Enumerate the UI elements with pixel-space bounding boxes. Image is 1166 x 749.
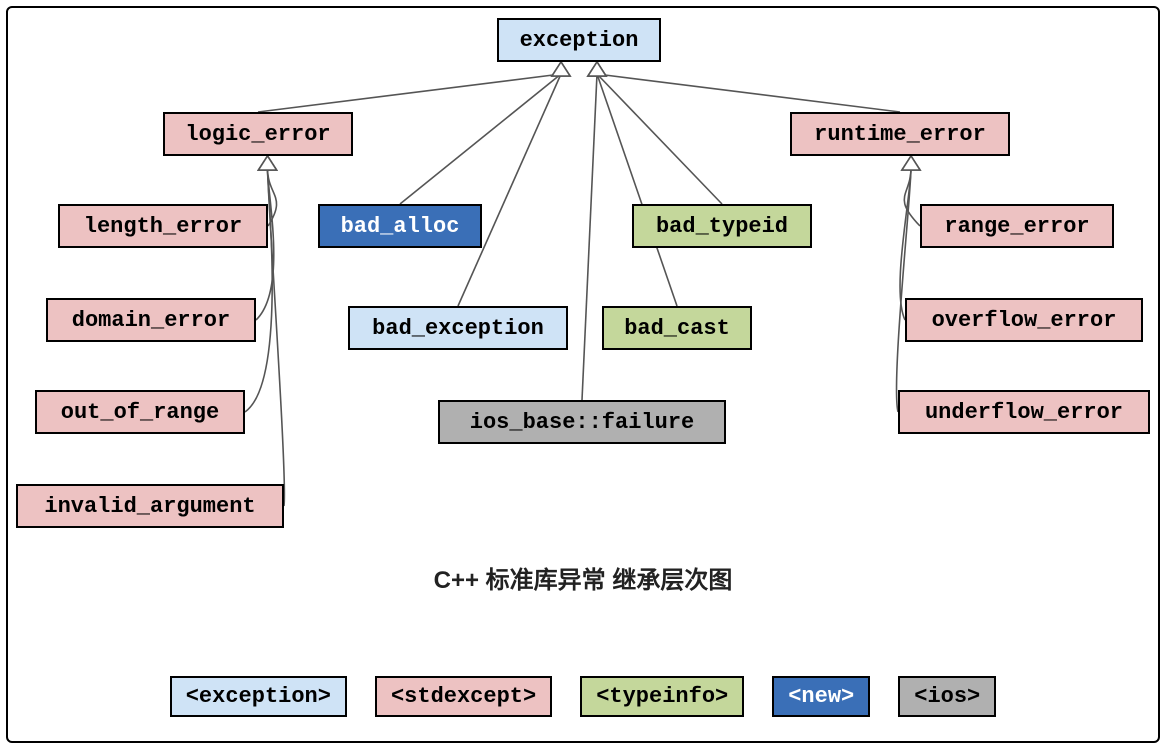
node-length_error: length_error	[58, 204, 268, 248]
node-logic_error: logic_error	[163, 112, 353, 156]
node-overflow_error: overflow_error	[905, 298, 1143, 342]
diagram-canvas: exception logic_error runtime_error length_…	[0, 0, 1166, 749]
legend-item-4: <ios>	[898, 676, 996, 717]
node-bad_typeid: bad_typeid	[632, 204, 812, 248]
node-runtime_error: runtime_error	[790, 112, 1010, 156]
node-range_error: range_error	[920, 204, 1114, 248]
node-bad_alloc: bad_alloc	[318, 204, 482, 248]
legend-item-0: <exception>	[170, 676, 347, 717]
node-bad_exception: bad_exception	[348, 306, 568, 350]
legend-row: <exception> <stdexcept> <typeinfo> <new> <io…	[0, 676, 1166, 717]
node-ios_base_failure: ios_base::failure	[438, 400, 726, 444]
node-underflow_error: underflow_error	[898, 390, 1150, 434]
node-invalid_argument: invalid_argument	[16, 484, 284, 528]
node-exception: exception	[497, 18, 661, 62]
node-bad_cast: bad_cast	[602, 306, 752, 350]
node-domain_error: domain_error	[46, 298, 256, 342]
diagram-caption: C++ 标准库异常 继承层次图	[0, 560, 1166, 595]
legend-item-1: <stdexcept>	[375, 676, 552, 717]
legend-item-2: <typeinfo>	[580, 676, 744, 717]
node-out_of_range: out_of_range	[35, 390, 245, 434]
legend-item-3: <new>	[772, 676, 870, 717]
